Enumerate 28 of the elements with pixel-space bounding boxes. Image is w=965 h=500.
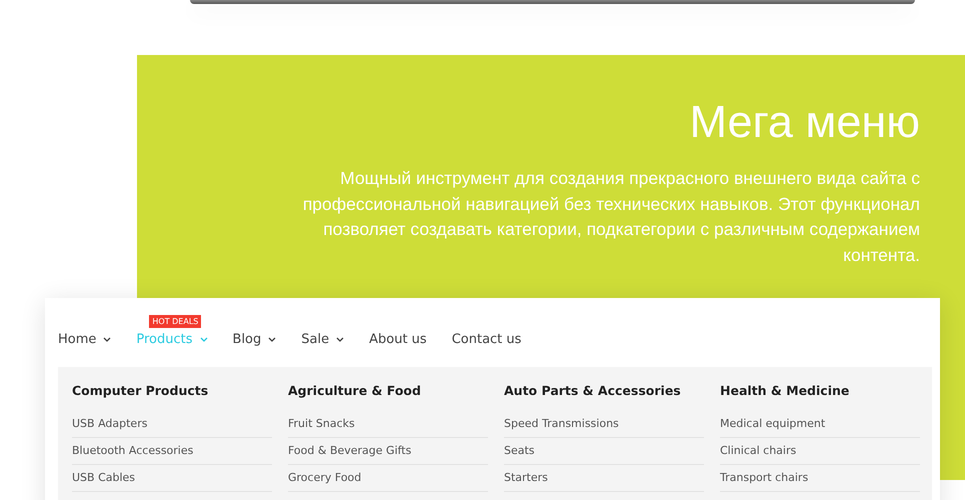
menu-item[interactable]: Starters bbox=[504, 465, 704, 492]
menu-item[interactable]: Bluetooth Accessories bbox=[72, 438, 272, 465]
category-heading: Auto Parts & Accessories bbox=[504, 383, 682, 398]
menu-item[interactable]: Transport chairs bbox=[720, 465, 920, 492]
caret-icon bbox=[103, 337, 112, 342]
nav-link[interactable]: Home bbox=[58, 332, 112, 347]
menu-item[interactable]: Clinical chairs bbox=[720, 438, 920, 465]
hot-deals-badge: HOT DEALS bbox=[149, 315, 202, 328]
caret-icon bbox=[268, 337, 276, 342]
hero-description: Мощный инструмент для создания прекрасного внешнего вида сайта с профессиональной навигацией без технических навыков. Этот функционал позволяет создавать категории, подкатегории с различным содержанием контента. bbox=[302, 167, 920, 266]
hero-title: Мега меню bbox=[688, 95, 920, 149]
category-heading: Computer Products bbox=[72, 383, 210, 398]
menu-item[interactable]: Medical equipment bbox=[720, 411, 920, 438]
menu-item[interactable]: Seats bbox=[504, 438, 704, 465]
menu-item[interactable]: USB Adapters bbox=[72, 411, 272, 438]
nav-link[interactable]: About us bbox=[369, 332, 427, 347]
menu-item[interactable]: Grocery Food bbox=[288, 465, 488, 492]
menu-item[interactable]: Speed Transmissions bbox=[504, 411, 704, 438]
menu-item[interactable]: Food & Beverage Gifts bbox=[288, 438, 488, 465]
category-heading: Agriculture & Food bbox=[288, 383, 422, 398]
caret-icon bbox=[336, 337, 344, 342]
category-heading: Health & Medicine bbox=[720, 383, 850, 398]
nav-link[interactable]: Blog bbox=[232, 332, 276, 347]
nav-link[interactable]: Sale bbox=[301, 332, 344, 347]
caret-icon bbox=[200, 337, 208, 342]
menu-item[interactable]: Fruit Snacks bbox=[288, 411, 488, 438]
menu-item[interactable]: USB Cables bbox=[72, 465, 272, 492]
nav-link[interactable]: Contact us bbox=[452, 332, 522, 347]
